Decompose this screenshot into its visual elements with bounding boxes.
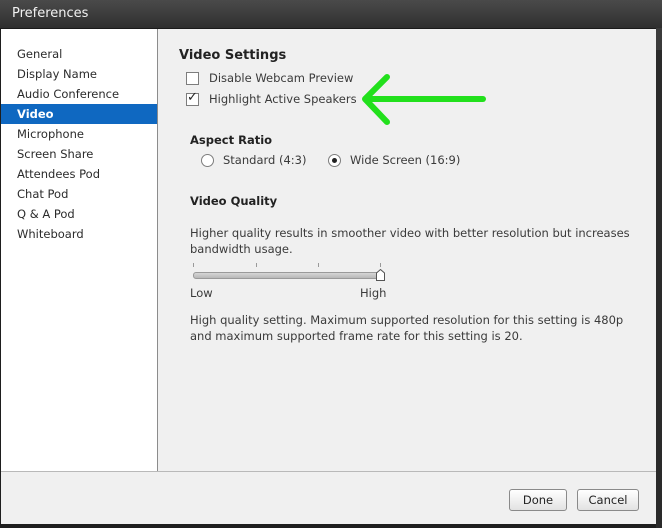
annotation-arrow-icon	[362, 74, 486, 125]
video-settings-heading: Video Settings	[179, 48, 287, 63]
dialog-footer: Done Cancel	[1, 471, 656, 524]
cancel-button[interactable]: Cancel	[577, 489, 639, 511]
aspect-ratio-heading: Aspect Ratio	[190, 133, 273, 147]
preferences-dialog: General Display Name Audio Conference Vi…	[1, 29, 656, 524]
quality-setting-info: High quality setting. Maximum supported …	[190, 313, 624, 343]
sidebar-item-screen-share[interactable]: Screen Share	[1, 144, 157, 164]
slider-low-label: Low	[190, 286, 213, 300]
slider-high-label: High	[360, 286, 387, 300]
radio-label-standard: Standard (4:3)	[223, 153, 307, 167]
checkmark-icon: ✓	[187, 89, 198, 105]
sidebar-item-general[interactable]: General	[1, 44, 157, 64]
sidebar-item-microphone[interactable]: Microphone	[1, 124, 157, 144]
sidebar-item-chat-pod[interactable]: Chat Pod	[1, 184, 157, 204]
radio-label-wide-screen: Wide Screen (16:9)	[350, 153, 461, 167]
radio-standard[interactable]: Standard (4:3)	[201, 153, 306, 167]
category-sidebar: General Display Name Audio Conference Vi…	[1, 29, 158, 471]
slider-tick	[318, 263, 319, 267]
disable-webcam-preview-row[interactable]: Disable Webcam Preview	[186, 70, 353, 86]
radio-button-standard[interactable]	[201, 153, 214, 167]
highlight-active-speakers-row[interactable]: ✓ Highlight Active Speakers	[186, 89, 357, 107]
done-button[interactable]: Done	[509, 489, 567, 511]
strip-thumb	[656, 28, 662, 50]
highlight-active-speakers-checkbox[interactable]: ✓	[186, 89, 199, 106]
sidebar-item-qa-pod[interactable]: Q & A Pod	[1, 204, 157, 224]
radio-button-wide-screen[interactable]	[328, 153, 341, 167]
sidebar-item-audio-conference[interactable]: Audio Conference	[1, 84, 157, 104]
window-titlebar[interactable]: Preferences	[0, 0, 662, 29]
highlight-active-speakers-label: Highlight Active Speakers	[209, 92, 357, 106]
radio-wide-screen[interactable]: Wide Screen (16:9)	[328, 153, 460, 167]
video-quality-description: Higher quality results in smoother video…	[190, 226, 630, 256]
background-strip	[656, 28, 662, 528]
radio-selected-dot	[332, 157, 337, 163]
slider-thumb[interactable]	[376, 269, 385, 281]
sidebar-item-attendees-pod[interactable]: Attendees Pod	[1, 164, 157, 184]
disable-webcam-preview-label: Disable Webcam Preview	[209, 71, 354, 85]
sidebar-item-whiteboard[interactable]: Whiteboard	[1, 224, 157, 244]
video-quality-heading: Video Quality	[190, 194, 278, 208]
disable-webcam-preview-checkbox[interactable]	[186, 71, 199, 85]
slider-track[interactable]	[193, 272, 383, 279]
sidebar-item-display-name[interactable]: Display Name	[1, 64, 157, 84]
slider-tick	[256, 263, 257, 267]
sidebar-item-video[interactable]: Video	[1, 104, 157, 124]
slider-tick	[380, 263, 381, 267]
slider-tick	[193, 263, 194, 267]
video-quality-slider[interactable]	[190, 259, 390, 289]
window-title: Preferences	[12, 6, 89, 21]
